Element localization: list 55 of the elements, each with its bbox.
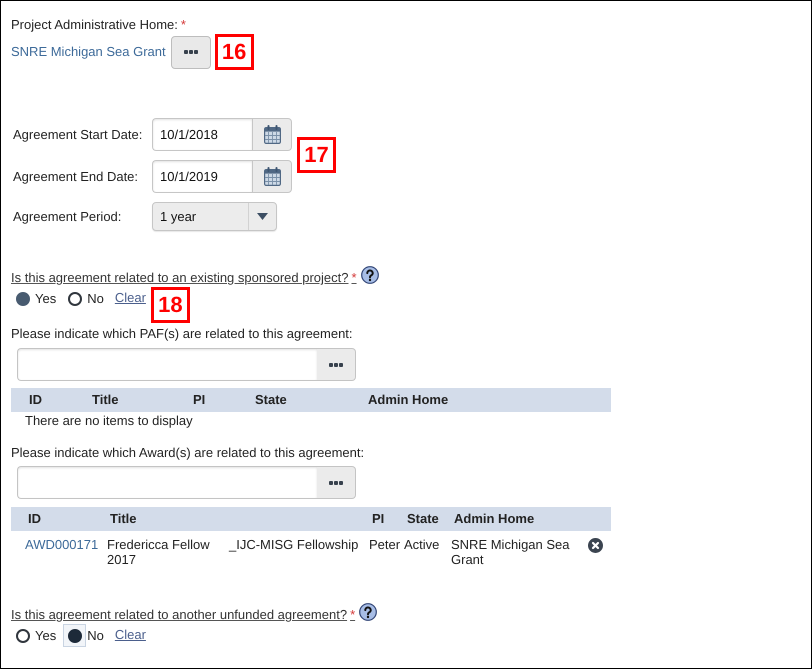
- callout-number: 17: [297, 137, 336, 173]
- required-mark: *: [351, 270, 357, 286]
- required-mark: *: [180, 17, 186, 33]
- column-header: State: [407, 511, 439, 527]
- select-field[interactable]: 1 year: [152, 202, 277, 231]
- table-cell-text: Fredericca Fellow 2017: [107, 537, 211, 567]
- help-icon[interactable]: [360, 266, 379, 284]
- clear-link[interactable]: Clear: [114, 627, 146, 643]
- ellipsis-icon: [184, 50, 198, 54]
- ellipsis-button[interactable]: [170, 36, 211, 68]
- field-label: Agreement Period:: [13, 208, 122, 224]
- question-label: Is this agreement related to another unfunded agreement?: [11, 607, 348, 623]
- field-label: Agreement End Date:: [13, 168, 138, 184]
- empty-message: There are no items to display: [25, 413, 193, 429]
- date-input[interactable]: 10/1/2018: [152, 118, 252, 151]
- column-header: Title: [110, 511, 136, 527]
- field-label: Project Administrative Home:: [11, 17, 178, 33]
- help-icon[interactable]: [359, 603, 378, 621]
- column-header: PI: [193, 392, 206, 408]
- radio-button[interactable]: [16, 292, 30, 306]
- question-label: Is this agreement related to an existing sponsored project?: [11, 270, 348, 286]
- table-cell-text: SNRE Michigan Sea Grant: [451, 537, 570, 567]
- calendar-icon: [264, 167, 280, 186]
- clear-link[interactable]: Clear: [114, 290, 146, 306]
- callout-number: 18: [150, 287, 190, 323]
- radio-button[interactable]: [68, 628, 82, 642]
- radio-option[interactable]: No: [63, 287, 104, 310]
- remove-icon[interactable]: [588, 538, 603, 553]
- caret-icon: [257, 213, 268, 220]
- column-header: PI: [372, 511, 384, 527]
- column-header: Admin Home: [454, 511, 534, 527]
- field-label: Please indicate which PAF(s) are related to this agreement:: [11, 326, 353, 342]
- required-mark: *: [350, 607, 356, 623]
- radio-option[interactable]: No: [63, 624, 104, 647]
- table-cell: Active: [404, 537, 440, 552]
- calendar-button[interactable]: [252, 160, 292, 193]
- admin-home-link[interactable]: SNRE Michigan Sea Grant: [11, 44, 166, 60]
- column-header: State: [255, 392, 287, 408]
- column-header: Title: [92, 392, 118, 408]
- date-input[interactable]: 10/1/2019: [152, 160, 252, 193]
- table-cell: Peter: [369, 537, 400, 552]
- column-header: Admin Home: [368, 392, 448, 408]
- callout-number: 16: [214, 34, 254, 70]
- radio-button[interactable]: [68, 292, 82, 306]
- column-header: ID: [28, 511, 41, 527]
- calendar-button[interactable]: [252, 118, 292, 151]
- radio-option[interactable]: Yes: [11, 287, 56, 310]
- award-id-link[interactable]: AWD000171: [25, 537, 98, 552]
- radio-button[interactable]: [16, 628, 30, 642]
- field-label: Agreement Start Date:: [13, 126, 142, 142]
- table-cell: _IJC-MISG Fellowship: [229, 537, 358, 552]
- radio-option[interactable]: Yes: [11, 624, 56, 647]
- column-header: ID: [29, 392, 42, 408]
- field-label: Please indicate which Award(s) are related to this agreement:: [11, 445, 364, 461]
- calendar-icon: [264, 125, 280, 144]
